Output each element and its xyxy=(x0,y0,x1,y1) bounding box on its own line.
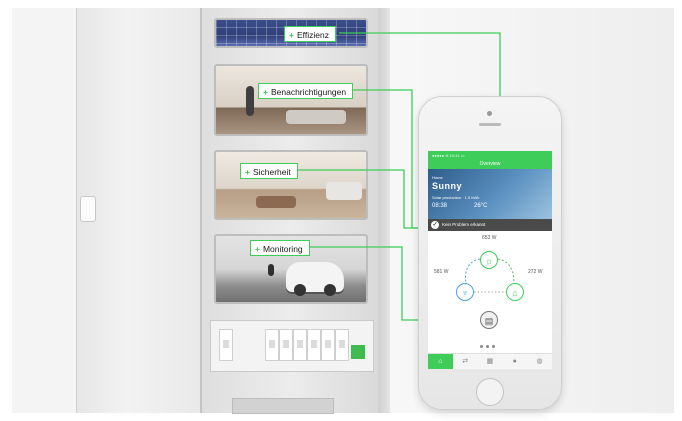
alert-text: Kein Problem erkannt xyxy=(442,222,486,227)
meter-node-icon[interactable]: ▤ xyxy=(480,311,498,329)
solar-grid-flow xyxy=(465,258,481,284)
plus-icon: + xyxy=(245,167,250,177)
home-power-value: 272 W xyxy=(528,269,543,275)
tab-alerts[interactable]: ● xyxy=(502,354,527,369)
plus-icon: + xyxy=(289,30,294,40)
connector-lines xyxy=(296,32,501,321)
label-sicherheit[interactable]: + Sicherheit xyxy=(240,163,298,179)
home-button[interactable] xyxy=(476,378,504,406)
tab-bar: ⌂ ⇄ ▦ ● ◍ xyxy=(428,353,552,369)
app-header: ●●●●● ≋ 10:41 ▭ Overview xyxy=(428,151,552,169)
tab-settings[interactable]: ◍ xyxy=(527,354,552,369)
label-effizienz[interactable]: + Effizienz xyxy=(284,26,336,42)
tab-home[interactable]: ⌂ xyxy=(428,354,453,369)
alert-bar[interactable]: ✓ Kein Problem erkannt xyxy=(428,219,552,231)
weather-detail: Solar production · 1.9 kWh xyxy=(432,195,480,200)
speaker-grille xyxy=(479,123,501,126)
camera-icon xyxy=(487,111,492,116)
grid-power-value: 581 W xyxy=(434,269,449,275)
app-title: Overview xyxy=(479,161,501,167)
home-node-icon[interactable]: ⌂ xyxy=(506,283,524,301)
check-icon: ✓ xyxy=(431,221,439,229)
weather-time: 08:38 xyxy=(432,203,448,209)
tab-energy[interactable]: ⇄ xyxy=(453,354,478,369)
label-monitoring[interactable]: + Monitoring xyxy=(250,240,310,256)
page-indicator xyxy=(480,335,500,348)
weather-headline: Sunny xyxy=(432,181,463,191)
status-bar: ●●●●● ≋ 10:41 ▭ xyxy=(432,153,465,158)
grid-tower-icon[interactable]: ♆ xyxy=(456,283,474,301)
plus-icon: + xyxy=(255,244,260,254)
solar-node-icon[interactable]: ☼ xyxy=(480,251,498,269)
weather-card[interactable]: Home Sunny Solar production · 1.9 kWh 08… xyxy=(428,169,552,219)
solar-home-flow xyxy=(497,258,515,284)
app-screen: ●●●●● ≋ 10:41 ▭ Overview Home Sunny Sola… xyxy=(428,151,552,369)
weather-city: Home xyxy=(432,175,443,180)
tab-devices[interactable]: ▦ xyxy=(478,354,503,369)
smartphone: ●●●●● ≋ 10:41 ▭ Overview Home Sunny Sola… xyxy=(418,96,562,410)
weather-temp: 26°C xyxy=(474,203,488,209)
label-benachrichtigungen[interactable]: + Benachrichtigungen xyxy=(258,83,354,99)
plus-icon: + xyxy=(263,87,268,97)
stage: + Effizienz + Benachrichtigungen + Sicherhe… xyxy=(0,0,682,421)
solar-power-value: 653 W xyxy=(482,235,497,241)
sicherheit-connector xyxy=(296,169,430,229)
